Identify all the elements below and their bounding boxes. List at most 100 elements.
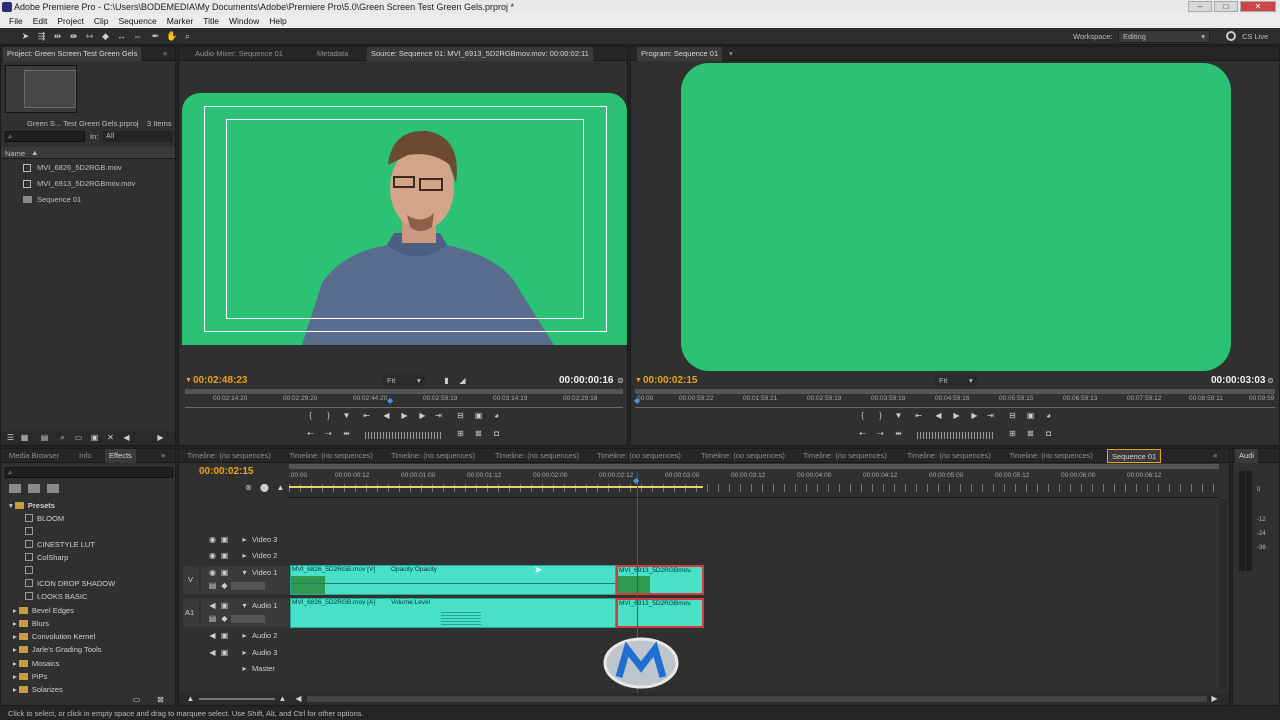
scroll-left-icon[interactable]: ◀ [121, 433, 132, 443]
pen-tool-icon[interactable]: ✒ [150, 31, 161, 42]
timeline-zoom-bar[interactable] [289, 464, 1219, 469]
panel-menu-icon[interactable]: ≡ [159, 47, 171, 61]
yuv-effects-icon[interactable] [47, 484, 59, 493]
keyframe-icon[interactable]: ◆ [219, 614, 230, 624]
scroll-right-icon[interactable]: ▶ [1209, 694, 1220, 704]
speaker-icon[interactable]: ◀ [207, 648, 218, 658]
step-back-icon[interactable]: ◀ [381, 411, 392, 421]
program-playhead-icon[interactable]: ◆ [634, 396, 640, 405]
lock-icon[interactable]: ▣ [219, 601, 230, 611]
delete-icon[interactable]: ✕ [105, 433, 116, 443]
go-to-in-icon[interactable]: ⇤ [913, 411, 924, 421]
tab-timeline[interactable]: Timeline: (no sequences) [1005, 449, 1097, 463]
list-item[interactable]: Sequence 01 [23, 194, 173, 206]
menu-title[interactable]: Title [198, 14, 224, 28]
jog-forward-icon[interactable]: ⇢ [875, 429, 886, 439]
list-item[interactable]: ▸ Solarizes [13, 683, 63, 693]
track-header-master[interactable]: ▸ Master [179, 662, 289, 676]
source-track-a1[interactable]: A1 [183, 599, 199, 627]
go-to-out-icon[interactable]: ⇥ [433, 411, 444, 421]
jog-back-icon[interactable]: ⇠ [857, 429, 868, 439]
razor-tool-icon[interactable]: ◆ [100, 31, 111, 42]
effects-search-input[interactable]: ⌕ [5, 467, 173, 478]
slip-tool-icon[interactable]: ↔ [116, 31, 127, 42]
jog-forward-icon[interactable]: ⇢ [323, 429, 334, 439]
track-header-audio1[interactable]: ◀ ▣ ▾ Audio 1 ▤ ◆ [201, 599, 289, 627]
menu-marker[interactable]: Marker [162, 14, 198, 28]
lift-icon[interactable]: ⊠ [473, 429, 484, 439]
set-encore-marker-icon[interactable]: ▲ [275, 483, 286, 493]
tab-effects[interactable]: Effects [105, 449, 136, 463]
tab-timeline[interactable]: Timeline: (no sequences) [903, 449, 995, 463]
slide-tool-icon[interactable]: ⇔ [132, 31, 143, 42]
trim-icon[interactable]: ⊞ [1007, 429, 1018, 439]
tab-audio-mixer[interactable]: Audio Mixer: Sequence 01 [191, 47, 287, 61]
delete-icon[interactable]: ⊠ [155, 695, 166, 705]
add-marker-icon[interactable]: ⬤ [259, 483, 270, 493]
track-header-video1[interactable]: ◉ ▣ ▾ Video 1 ▤ ◆ [201, 566, 289, 594]
play-icon[interactable]: ▶ [399, 411, 410, 421]
set-in-icon[interactable]: { [857, 411, 868, 421]
list-item[interactable]: ▸ PiPs [13, 670, 47, 683]
source-ruler[interactable]: 00:02:14:20 00:02:29:20 00:02:44:20 00:0… [185, 395, 623, 407]
marker-icon[interactable]: ▼ [893, 411, 904, 421]
list-item[interactable]: BLOOM [25, 512, 64, 525]
eye-icon[interactable]: ◉ [207, 535, 218, 545]
new-item-icon[interactable]: ▣ [89, 433, 100, 443]
list-item[interactable]: ▸ Convolution Kernel [13, 630, 95, 643]
timeline-scrollbar[interactable] [307, 696, 1207, 702]
panel-menu-icon[interactable]: ⊜ [1265, 376, 1276, 386]
overlay-icon[interactable]: ⊞ [455, 429, 466, 439]
icon-view-icon[interactable]: ▦ [19, 433, 30, 443]
list-item[interactable]: ▸ Bevel Edges [13, 604, 74, 617]
tab-timeline[interactable]: Timeline: (no sequences) [285, 449, 377, 463]
lock-icon[interactable]: ▣ [219, 648, 230, 658]
expand-right-icon[interactable]: ▸ [239, 631, 250, 641]
track-header-video3[interactable]: ◉ ▣ ▸ Video 3 [179, 533, 289, 547]
tab-source[interactable]: Source: Sequence 01: MVI_6913_5D2RGBmov.… [367, 47, 593, 61]
tab-timeline[interactable]: Timeline: (no sequences) [799, 449, 891, 463]
work-area-bar[interactable] [289, 486, 703, 488]
play-in-to-out-icon[interactable]: ⇹ [893, 429, 904, 439]
ripple-edit-tool-icon[interactable]: ⇹ [52, 31, 63, 42]
project-search-input[interactable]: ⌕ [5, 131, 85, 142]
go-to-out-icon[interactable]: ⇥ [985, 411, 996, 421]
source-zoom-bar[interactable] [185, 389, 623, 394]
menu-edit[interactable]: Edit [28, 14, 53, 28]
set-out-icon[interactable]: } [875, 411, 886, 421]
camera-icon[interactable]: ◘ [491, 429, 502, 439]
play-icon[interactable]: ▶ [951, 411, 962, 421]
tab-program[interactable]: Program: Sequence 01 [637, 47, 723, 61]
safe-margins-icon[interactable]: ▣ [473, 411, 484, 421]
close-button[interactable]: ✕ [1240, 1, 1276, 12]
zoom-out-icon[interactable]: ▲ [185, 694, 196, 704]
export-frame-icon[interactable]: ◕ [1043, 411, 1054, 421]
list-item[interactable]: ▸ Blurs [13, 617, 49, 630]
set-in-icon[interactable]: { [305, 411, 316, 421]
lock-icon[interactable]: ▣ [219, 535, 230, 545]
resolution-icon[interactable]: ◢ [457, 376, 468, 386]
video-clip[interactable]: MVI_6826_5D2RGB.mov [V] Opacity:Opacity [290, 565, 616, 595]
tab-timeline[interactable]: Timeline: (no sequences) [387, 449, 479, 463]
list-item[interactable]: ▸ Mosaics [13, 657, 59, 670]
in-select[interactable]: All [103, 131, 173, 142]
source-track-v[interactable]: V [183, 566, 199, 594]
source-playhead-icon[interactable]: ◆ [387, 396, 393, 405]
set-out-icon[interactable]: } [323, 411, 334, 421]
tab-project[interactable]: Project: Green Screen Test Green Gels [3, 47, 142, 61]
list-item[interactable]: CINESTYLE LUT [25, 538, 95, 551]
step-forward-icon[interactable]: ▶ [969, 411, 980, 421]
expand-right-icon[interactable]: ▸ [239, 551, 250, 561]
list-item[interactable]: ICON DROP SHADOW [25, 577, 115, 590]
list-view-icon[interactable]: ☰ [5, 433, 16, 443]
accelerated-effects-icon[interactable] [9, 484, 21, 493]
tab-timeline[interactable]: Timeline: (no sequences) [183, 449, 275, 463]
minimize-button[interactable]: – [1188, 1, 1212, 12]
lock-icon[interactable]: ▣ [219, 568, 230, 578]
menu-project[interactable]: Project [52, 14, 88, 28]
audio-clip[interactable]: MVI_6913_5D2RGBmov. [616, 598, 704, 628]
list-item[interactable]: ColSharp [25, 551, 68, 564]
source-fit-select[interactable]: Fit ▾ [383, 375, 425, 386]
playhead-handle-icon[interactable]: ◆ [633, 476, 639, 485]
cs-live-icon[interactable] [1226, 31, 1236, 41]
